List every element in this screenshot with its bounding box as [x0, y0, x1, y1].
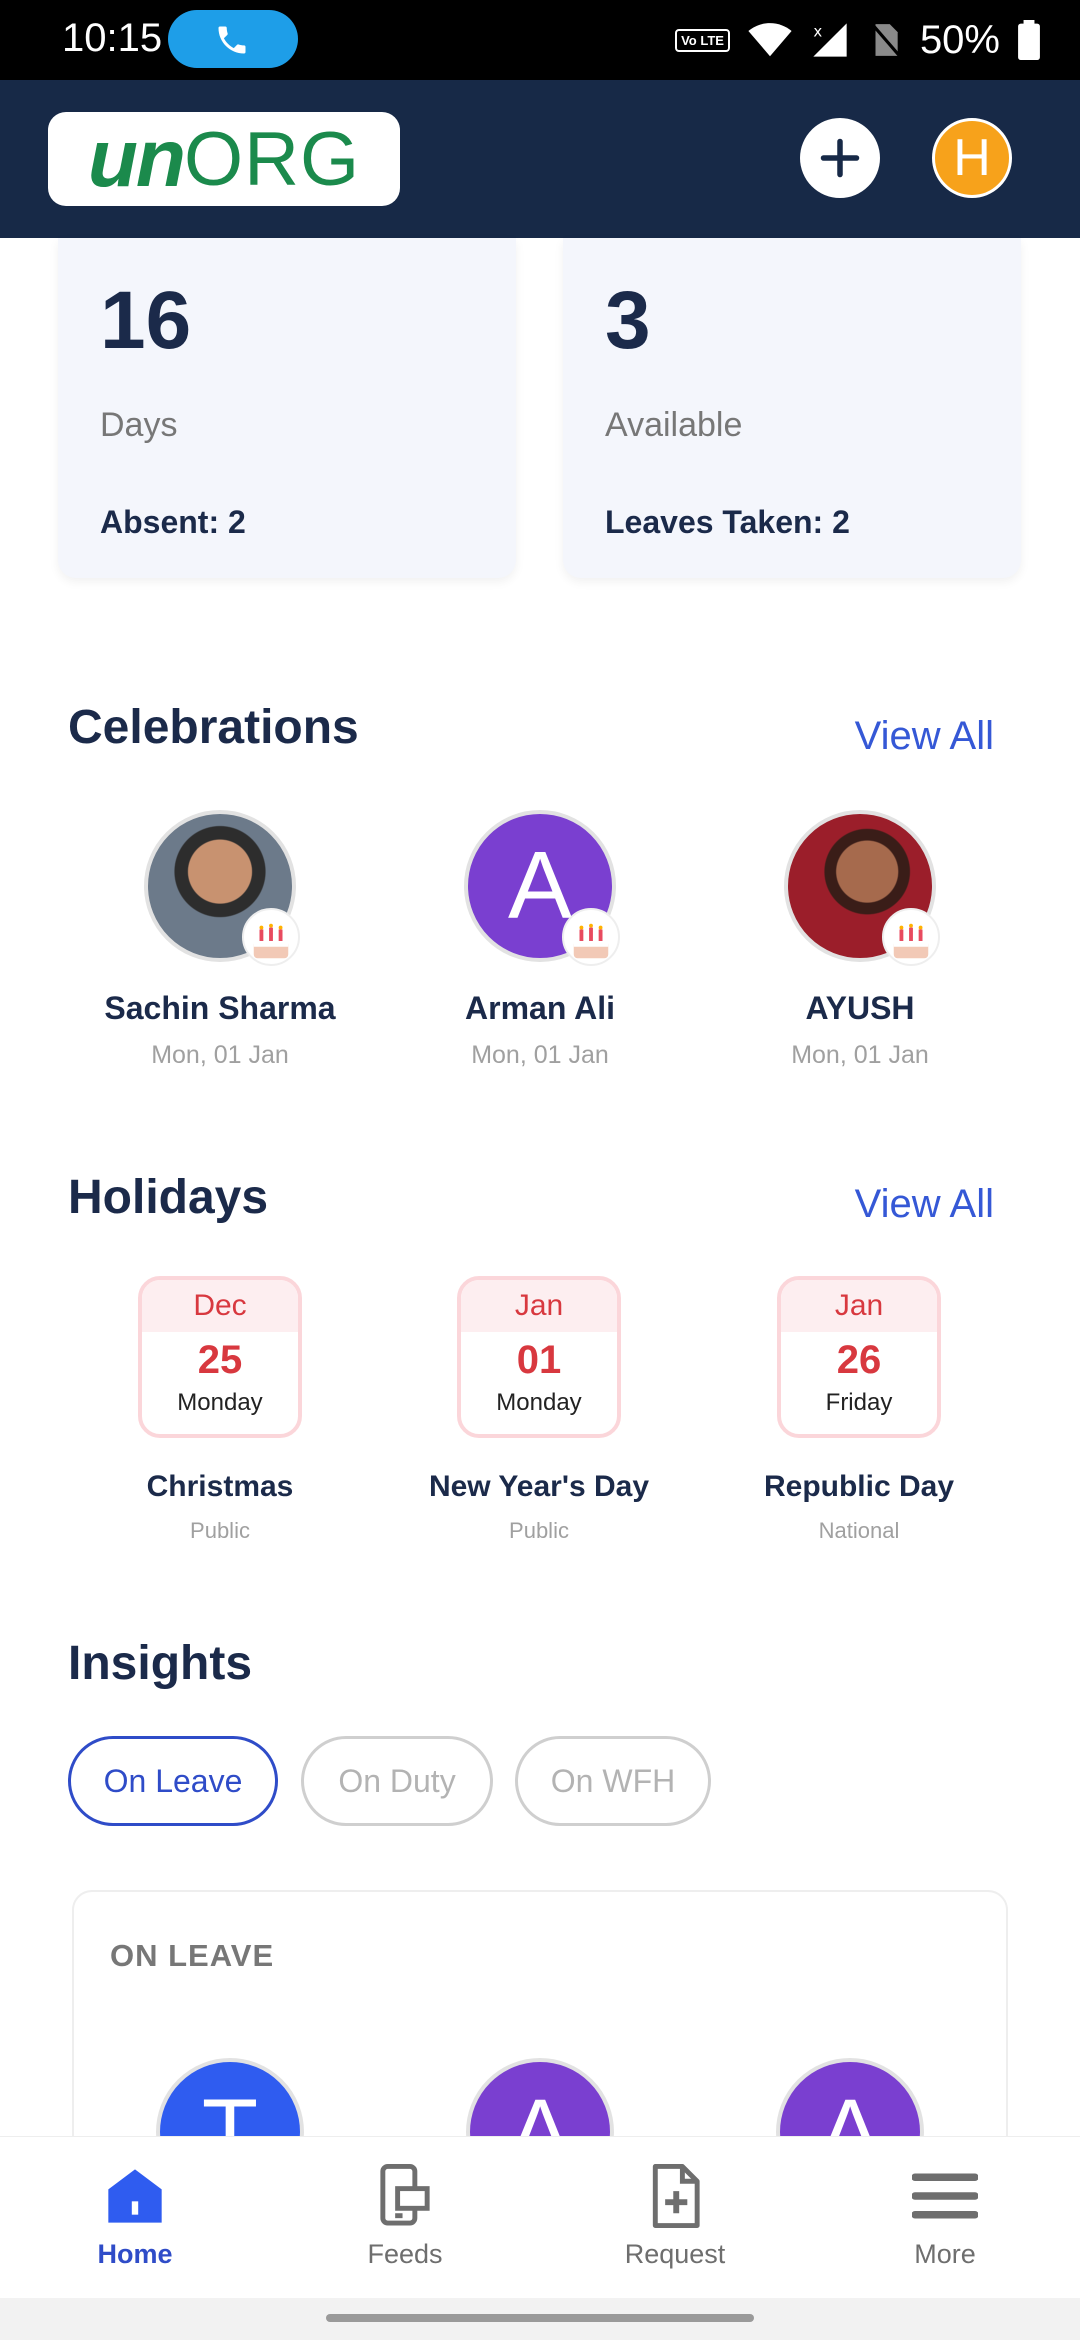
- holiday-day: 26: [836, 1338, 882, 1382]
- feeds-icon: [380, 2164, 430, 2226]
- chip-on-leave[interactable]: On Leave: [68, 1736, 278, 1826]
- celebration-date: Mon, 01 Jan: [791, 1041, 929, 1069]
- nav-more[interactable]: More: [845, 2161, 1045, 2270]
- holiday-weekday: Monday: [496, 1389, 582, 1416]
- battery-percent: 50%: [919, 17, 1000, 62]
- battery-icon: [1018, 20, 1040, 60]
- add-button[interactable]: [800, 118, 880, 198]
- holiday-item[interactable]: Jan 26 Friday Republic Day National: [699, 1276, 1019, 1544]
- holiday-name: Christmas: [146, 1470, 294, 1503]
- calendar-date-card: Jan 26 Friday: [777, 1276, 941, 1438]
- status-bar: 10:15 Vo LTE x 50%: [0, 0, 1080, 80]
- chip-on-duty[interactable]: On Duty: [301, 1736, 493, 1826]
- birthday-cake-icon: [882, 908, 940, 966]
- holiday-type: Public: [509, 1518, 569, 1543]
- celebration-date: Mon, 01 Jan: [471, 1041, 609, 1069]
- holiday-name: Republic Day: [763, 1470, 955, 1503]
- holidays-title: Holidays: [68, 1171, 269, 1224]
- calendar-date-card: Jan 01 Monday: [457, 1276, 621, 1438]
- home-icon: [108, 2169, 162, 2223]
- volte-icon: Vo LTE: [675, 28, 730, 52]
- holiday-month: Jan: [781, 1280, 937, 1332]
- leaves-taken-count: Leaves Taken: 2: [605, 504, 850, 540]
- celebration-item[interactable]: A Arman Ali Mon, 01 Jan: [390, 810, 690, 1070]
- status-time: 10:15: [62, 16, 163, 60]
- celebrations-title: Celebrations: [68, 701, 359, 754]
- plus-icon: [820, 138, 860, 178]
- holiday-month: Jan: [461, 1280, 617, 1332]
- unorg-logo: un ORG: [48, 112, 400, 206]
- holiday-type: Public: [190, 1518, 250, 1543]
- nav-feeds[interactable]: Feeds: [305, 2161, 505, 2270]
- chip-on-wfh[interactable]: On WFH: [515, 1736, 711, 1826]
- celebrations-view-all-link[interactable]: View All: [855, 714, 994, 759]
- leave-available-label: Available: [605, 406, 743, 444]
- ongoing-call-pill[interactable]: [168, 10, 298, 68]
- bottom-navigation: Home Feeds Request More: [0, 2136, 1080, 2298]
- attendance-card[interactable]: 16 Days Absent: 2: [58, 238, 516, 578]
- absent-count: Absent: 2: [100, 504, 246, 540]
- gesture-handle[interactable]: [326, 2314, 754, 2322]
- signal-icon: x: [813, 23, 847, 57]
- attendance-days-label: Days: [100, 406, 178, 444]
- birthday-cake-icon: [562, 908, 620, 966]
- celebrant-name: Sachin Sharma: [104, 990, 336, 1026]
- wifi-icon: [748, 23, 792, 57]
- holiday-item[interactable]: Jan 01 Monday New Year's Day Public: [379, 1276, 699, 1544]
- celebration-item[interactable]: Sachin Sharma Mon, 01 Jan: [70, 810, 370, 1070]
- celebrant-name: AYUSH: [805, 990, 915, 1026]
- attendance-days-value: 16: [100, 275, 192, 366]
- holiday-type: National: [818, 1518, 900, 1543]
- holiday-weekday: Monday: [177, 1389, 263, 1416]
- leave-available-value: 3: [605, 275, 651, 366]
- celebration-date: Mon, 01 Jan: [151, 1041, 289, 1069]
- leave-balance-card[interactable]: 3 Available Leaves Taken: 2: [563, 238, 1021, 578]
- celebration-item[interactable]: AYUSH Mon, 01 Jan: [710, 810, 1010, 1070]
- holiday-name: New Year's Day: [428, 1470, 650, 1503]
- status-icons: Vo LTE x 50%: [675, 14, 1040, 66]
- no-sim-icon: [869, 21, 902, 59]
- on-leave-card-title: ON LEAVE: [110, 1938, 275, 1973]
- birthday-cake-icon: [242, 908, 300, 966]
- holiday-day: 25: [197, 1338, 243, 1382]
- calendar-date-card: Dec 25 Monday: [138, 1276, 302, 1438]
- nav-home[interactable]: Home: [35, 2161, 235, 2270]
- holiday-month: Dec: [142, 1280, 298, 1332]
- menu-icon: [912, 2173, 978, 2219]
- nav-request[interactable]: Request: [575, 2161, 775, 2270]
- holiday-day: 01: [516, 1338, 562, 1382]
- request-icon: [652, 2164, 700, 2228]
- gesture-navigation-area: [0, 2298, 1080, 2340]
- phone-icon: [218, 26, 246, 54]
- svg-text:x: x: [813, 23, 822, 41]
- profile-avatar[interactable]: H: [932, 118, 1012, 198]
- holidays-view-all-link[interactable]: View All: [855, 1182, 994, 1227]
- holiday-item[interactable]: Dec 25 Monday Christmas Public: [60, 1276, 380, 1544]
- insights-title: Insights: [68, 1637, 253, 1690]
- celebrant-name: Arman Ali: [465, 990, 615, 1026]
- holiday-weekday: Friday: [825, 1389, 893, 1416]
- app-header: un ORG H: [0, 80, 1080, 238]
